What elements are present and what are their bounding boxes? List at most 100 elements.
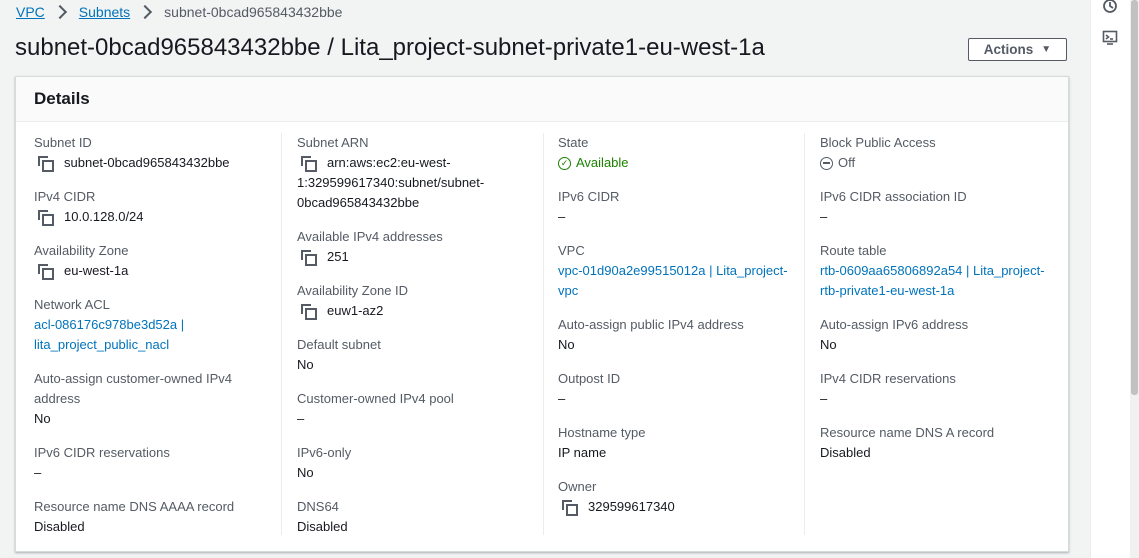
vpc-line-2: vpc — [558, 283, 579, 298]
field-label: Subnet ID — [34, 135, 92, 150]
cloudshell-icon[interactable] — [1102, 30, 1118, 46]
field-dns-a: Resource name DNS A record Disabled — [820, 423, 1060, 463]
copy-icon[interactable] — [38, 210, 54, 226]
vpc-line-1: vpc-01d90a2e99515012a | Lita_project- — [558, 263, 788, 278]
copy-icon[interactable] — [562, 500, 578, 516]
field-label: Auto-assign customer-owned IPv4 address — [34, 371, 232, 406]
column-divider — [281, 133, 282, 535]
field-ipv6-cidr: IPv6 CIDR – — [558, 187, 798, 227]
field-value: 251 — [297, 247, 537, 267]
field-value: 329599617340 — [558, 497, 798, 517]
field-availability-zone: Availability Zone eu-west-1a — [34, 241, 274, 281]
owner-value: 329599617340 — [588, 499, 675, 514]
field-subnet-id: Subnet ID subnet-0bcad965843432bbe — [34, 133, 274, 173]
field-label: IPv6-only — [297, 445, 352, 460]
copy-icon[interactable] — [301, 250, 317, 266]
field-label: Customer-owned IPv4 pool — [297, 391, 454, 406]
availability-zone-id-value: euw1-az2 — [327, 303, 384, 318]
ipv4-cidr-value: 10.0.128.0/24 — [64, 209, 144, 224]
caret-down-icon: ▼ — [1041, 44, 1052, 55]
field-label: Availability Zone ID — [297, 283, 409, 298]
field-value: Disabled — [34, 519, 85, 534]
chevron-right-icon — [52, 4, 67, 20]
field-label: Route table — [820, 243, 887, 258]
copy-icon[interactable] — [301, 304, 317, 320]
availability-zone-value: eu-west-1a — [64, 263, 129, 278]
vpc-link[interactable]: vpc-01d90a2e99515012a | Lita_project- vp… — [558, 261, 798, 301]
actions-label: Actions — [983, 42, 1034, 57]
field-value: subnet-0bcad965843432bbe — [34, 153, 274, 173]
field-value: Disabled — [297, 519, 348, 534]
field-value: – — [820, 391, 828, 406]
copy-icon[interactable] — [301, 156, 317, 172]
field-label: Outpost ID — [558, 371, 621, 386]
chevron-right-icon — [138, 4, 153, 20]
field-value: – — [297, 411, 305, 426]
breadcrumb-subnets-link[interactable]: Subnets — [79, 4, 130, 20]
field-label: VPC — [558, 243, 585, 258]
field-label: IPv4 CIDR — [34, 189, 96, 204]
field-subnet-arn: Subnet ARN arn:aws:ec2:eu-west- 1:329599… — [297, 133, 537, 213]
field-value: euw1-az2 — [297, 301, 537, 321]
field-label: IPv4 CIDR reservations — [820, 371, 956, 386]
subnet-arn-line-3: 0bcad965843432bbe — [297, 195, 420, 210]
field-value: No — [34, 411, 51, 426]
field-label: State — [558, 135, 589, 150]
subnet-arn-line-2: 1:329599617340:subnet/subnet- — [297, 175, 485, 190]
minus-circle-icon — [820, 156, 833, 170]
details-header: Details — [16, 77, 1068, 122]
actions-dropdown-button[interactable]: Actions ▼ — [968, 38, 1067, 61]
network-acl-link[interactable]: acl-086176c978be3d52a | lita_project_pub… — [34, 315, 274, 355]
field-label: Resource name DNS A record — [820, 425, 995, 440]
breadcrumb-vpc-link[interactable]: VPC — [16, 4, 45, 20]
field-label: IPv6 CIDR reservations — [34, 445, 170, 460]
network-acl-line-2: lita_project_public_nacl — [34, 337, 170, 352]
field-auto-assign-ipv6: Auto-assign IPv6 address No — [820, 315, 1060, 355]
state-value: Available — [576, 155, 629, 170]
field-value: No — [558, 337, 575, 352]
field-value: No — [297, 357, 314, 372]
field-state: State ✓ Available — [558, 133, 798, 173]
field-hostname-type: Hostname type IP name — [558, 423, 798, 463]
field-value: – — [820, 209, 828, 224]
field-network-acl: Network ACL acl-086176c978be3d52a | lita… — [34, 295, 274, 355]
main-content: VPC Subnets subnet-0bcad965843432bbe sub… — [0, 0, 1090, 558]
subnet-id-value: subnet-0bcad965843432bbe — [64, 155, 230, 170]
field-ipv4-cidr-reservations: IPv4 CIDR reservations – — [820, 369, 1060, 409]
right-utility-bar — [1090, 0, 1131, 558]
check-circle-icon: ✓ — [558, 156, 571, 170]
field-route-table: Route table rtb-0609aa65806892a54 | Lita… — [820, 241, 1060, 301]
field-label: Resource name DNS AAAA record — [34, 499, 235, 514]
details-panel: Details Subnet ID subnet-0bcad965843432b… — [15, 76, 1069, 552]
field-value: eu-west-1a — [34, 261, 274, 281]
details-column-4: Block Public Access Off IPv6 CIDR associ… — [820, 133, 1060, 477]
scrollbar-thumb[interactable] — [1131, 0, 1138, 395]
route-table-link[interactable]: rtb-0609aa65806892a54 | Lita_project- rt… — [820, 261, 1060, 301]
field-default-subnet: Default subnet No — [297, 335, 537, 375]
field-dns-aaaa: Resource name DNS AAAA record Disabled — [34, 497, 274, 537]
status-icon[interactable] — [1102, 0, 1118, 14]
field-available-ipv4: Available IPv4 addresses 251 — [297, 227, 537, 267]
available-ipv4-value: 251 — [327, 249, 349, 264]
field-label: Block Public Access — [820, 135, 936, 150]
vertical-scrollbar[interactable] — [1130, 0, 1139, 558]
copy-icon[interactable] — [38, 264, 54, 280]
field-label: Owner — [558, 479, 597, 494]
field-value: Disabled — [820, 445, 871, 460]
column-divider — [804, 133, 805, 535]
field-label: DNS64 — [297, 499, 339, 514]
details-column-1: Subnet ID subnet-0bcad965843432bbe IPv4 … — [34, 133, 274, 551]
field-value: – — [558, 391, 566, 406]
field-ipv4-cidr: IPv4 CIDR 10.0.128.0/24 — [34, 187, 274, 227]
details-column-2: Subnet ARN arn:aws:ec2:eu-west- 1:329599… — [297, 133, 537, 551]
copy-icon[interactable] — [38, 156, 54, 172]
field-label: Network ACL — [34, 297, 110, 312]
field-value: 10.0.128.0/24 — [34, 207, 274, 227]
field-auto-assign-customer-owned: Auto-assign customer-owned IPv4 address … — [34, 369, 274, 429]
field-value: IP name — [558, 445, 607, 460]
network-acl-line-1: acl-086176c978be3d52a | — [34, 317, 185, 332]
page-title: subnet-0bcad965843432bbe / Lita_project-… — [15, 34, 765, 61]
breadcrumb: VPC Subnets subnet-0bcad965843432bbe — [16, 4, 342, 20]
field-label: Hostname type — [558, 425, 646, 440]
field-block-public-access: Block Public Access Off — [820, 133, 1060, 173]
